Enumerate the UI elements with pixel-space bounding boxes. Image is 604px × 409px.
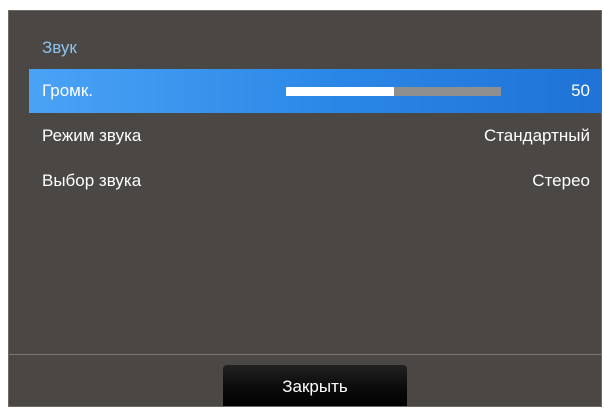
menu-item-volume[interactable]: Громк. 50 <box>29 69 601 113</box>
footer-divider <box>9 354 601 355</box>
volume-slider[interactable] <box>286 87 501 96</box>
sound-mode-value: Стандартный <box>483 126 590 145</box>
menu-title: Звук <box>42 38 77 57</box>
volume-slider-fill <box>286 87 394 96</box>
sound-select-value: Стерео <box>532 171 590 190</box>
sound-menu-panel: Звук Громк. 50 Режим звука Стандартный В… <box>8 10 602 407</box>
menu-item-sound-select[interactable]: Выбор звука Стерео <box>29 159 601 203</box>
sound-select-label: Выбор звука <box>42 171 142 190</box>
close-button[interactable]: Закрыть <box>223 365 407 406</box>
volume-label: Громк. <box>42 81 94 100</box>
volume-value: 50 <box>571 81 590 100</box>
menu-item-sound-mode[interactable]: Режим звука Стандартный <box>29 114 601 158</box>
sound-mode-label: Режим звука <box>42 126 142 145</box>
